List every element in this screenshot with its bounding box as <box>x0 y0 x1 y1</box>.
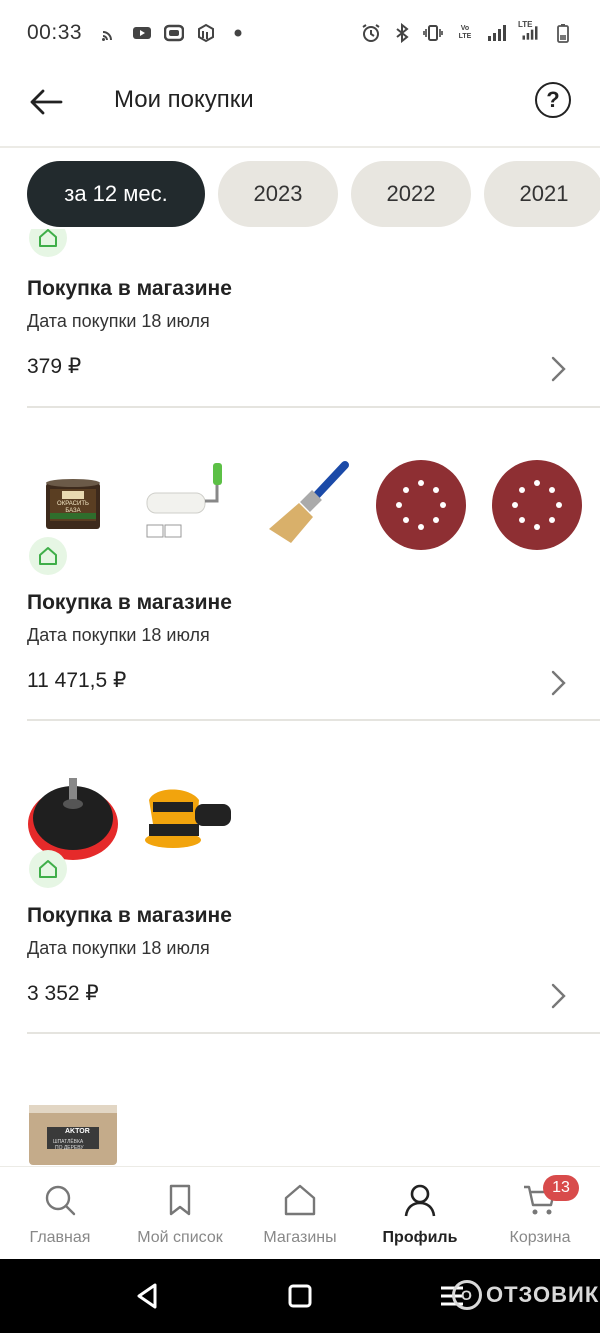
status-right-icons: Vo LTE LTE <box>361 20 573 43</box>
status-left-icons <box>100 23 248 43</box>
nav-label-cart: Корзина <box>509 1229 571 1246</box>
divider <box>27 1032 600 1034</box>
battery-icon <box>553 23 573 43</box>
paint-roller-image <box>143 459 235 551</box>
nav-stores[interactable]: Магазины <box>240 1167 360 1260</box>
bucket-brand: AKTOR <box>65 1128 90 1135</box>
paint-brush-image <box>259 459 351 551</box>
purchase-date: Дата покупки 18 июля <box>27 311 210 331</box>
purchase-title: Покупка в магазине <box>27 904 232 927</box>
purchase-title: Покупка в магазине <box>27 277 232 300</box>
nav-label-stores: Магазины <box>263 1229 337 1246</box>
filter-chip-2023[interactable]: 2023 <box>218 161 338 227</box>
purchase-title: Покупка в магазине <box>27 591 232 614</box>
arrow-left-icon <box>30 89 63 115</box>
nav-cart[interactable]: 13 Корзина <box>480 1167 600 1260</box>
product-thumbnails: ОКРАСИТЬ БАЗА <box>27 459 583 551</box>
app-icon <box>164 23 185 43</box>
help-button[interactable]: ? <box>535 82 571 118</box>
divider <box>27 719 600 721</box>
purchase-card[interactable]: ОКРАСИТЬ БАЗА Покупка в магазине Дата по… <box>27 459 600 719</box>
volte-icon: Vo LTE <box>458 25 472 40</box>
back-triangle-icon[interactable] <box>133 1281 163 1311</box>
watermark-text: ОТЗОВИК <box>486 1282 600 1307</box>
app-header: Мои покупки ? <box>0 66 600 148</box>
house-icon <box>284 1184 316 1216</box>
purchase-date: Дата покупки 18 июля <box>27 938 210 958</box>
purchase-price: 379 ₽ <box>27 355 82 378</box>
purchase-list[interactable]: Покупка в магазине Дата покупки 18 июля … <box>0 229 600 1166</box>
nav-profile[interactable]: Профиль <box>360 1167 480 1260</box>
store-house-icon <box>29 229 67 257</box>
purchase-date: Дата покупки 18 июля <box>27 625 210 645</box>
store-house-icon <box>29 537 67 575</box>
chevron-right-icon <box>551 983 566 1009</box>
nav-home[interactable]: Главная <box>0 1167 120 1260</box>
watermark: O ОТЗОВИК <box>452 1280 599 1310</box>
page-title: Мои покупки <box>114 86 254 113</box>
nav-label-home: Главная <box>29 1229 91 1246</box>
product-thumbnails <box>27 772 235 864</box>
status-bar: 00:33 Vo LTE LTE <box>0 0 600 66</box>
home-square-icon[interactable] <box>285 1281 315 1311</box>
product-thumbnails: AKTOR ШПАТЛЁВКА ПО ДЕРЕВУ <box>27 1101 119 1166</box>
putty-bucket-image: AKTOR ШПАТЛЁВКА ПО ДЕРЕВУ <box>27 1101 119 1166</box>
status-time: 00:33 <box>27 21 83 44</box>
nav-label-my-list: Мой список <box>137 1229 223 1246</box>
question-icon: ? <box>546 87 560 112</box>
alarm-icon <box>361 23 381 43</box>
sanding-disc-image <box>491 459 583 551</box>
bottom-navigation: Главная Мой список Магазины Профиль 13 К… <box>0 1166 600 1259</box>
period-filter-tabs: за 12 мес. 2023 2022 2021 <box>27 161 600 229</box>
purchase-card[interactable]: Покупка в магазине Дата покупки 18 июля … <box>27 229 600 407</box>
watermark-logo-icon: O <box>452 1280 482 1310</box>
paint-can-label: ОКРАСИТЬ БАЗА <box>57 501 89 514</box>
divider <box>27 406 600 408</box>
vibrate-icon <box>423 23 443 43</box>
bookmark-icon <box>169 1184 191 1216</box>
chevron-right-icon <box>551 356 566 382</box>
purchase-price: 3 352 ₽ <box>27 982 99 1005</box>
lte-signal-icon: LTE <box>518 20 542 43</box>
filter-chip-2021[interactable]: 2021 <box>484 161 600 227</box>
orbital-sander-image <box>143 772 235 864</box>
back-button[interactable] <box>26 82 66 122</box>
cast-icon <box>100 23 120 43</box>
youtube-icon <box>132 23 152 43</box>
box-icon <box>196 23 216 43</box>
filter-chip-2022[interactable]: 2022 <box>351 161 471 227</box>
filter-chip-12-months[interactable]: за 12 мес. <box>27 161 205 227</box>
lte-label: LTE <box>518 20 533 29</box>
signal-icon <box>487 23 507 43</box>
cart-count-badge: 13 <box>543 1175 579 1201</box>
nav-label-profile: Профиль <box>382 1229 458 1246</box>
purchase-card[interactable]: Покупка в магазине Дата покупки 18 июля … <box>27 772 600 1032</box>
bluetooth-icon <box>392 23 412 43</box>
purchase-card[interactable]: AKTOR ШПАТЛЁВКА ПО ДЕРЕВУ <box>27 1101 600 1166</box>
dot-icon <box>228 23 248 43</box>
search-icon <box>45 1185 76 1216</box>
bucket-label-2: ПО ДЕРЕВУ <box>55 1145 84 1151</box>
user-icon <box>404 1184 436 1217</box>
system-navigation-bar: O ОТЗОВИК <box>0 1259 600 1333</box>
store-house-icon <box>29 850 67 888</box>
purchase-price: 11 471,5 ₽ <box>27 669 127 692</box>
chevron-right-icon <box>551 670 566 696</box>
sanding-disc-image <box>375 459 467 551</box>
nav-my-list[interactable]: Мой список <box>120 1167 240 1260</box>
